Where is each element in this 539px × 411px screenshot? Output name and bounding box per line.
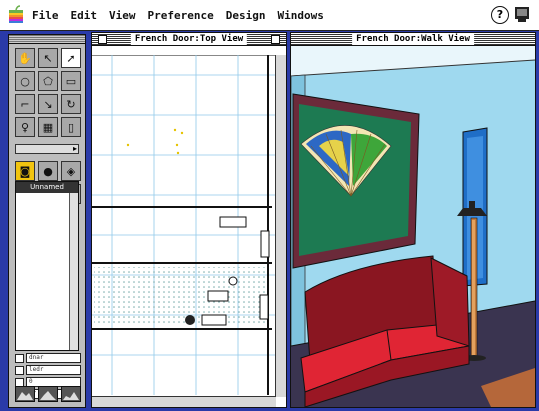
line-tool-icon[interactable]: ↘ [38, 94, 58, 114]
close-box-icon[interactable] [98, 35, 107, 44]
field-checkbox[interactable] [15, 365, 24, 375]
menu-edit[interactable]: Edit [71, 9, 98, 22]
palette-slider[interactable]: ▸ [15, 144, 79, 154]
apple-menu-icon[interactable] [6, 5, 26, 25]
walk-view-window: French Door:Walk View [290, 32, 536, 408]
camera-tool-icon[interactable]: ◙ [15, 161, 35, 181]
menu-view[interactable]: View [109, 9, 136, 22]
floor-plan-canvas[interactable] [92, 55, 276, 397]
object-list-header: Unnamed [16, 182, 78, 193]
arrow-tool-icon[interactable]: ➚ [61, 48, 81, 68]
field-input[interactable]: dnar [26, 353, 81, 363]
walk-view-3d-canvas[interactable] [291, 46, 535, 407]
terrain-button-3-icon[interactable] [61, 386, 81, 402]
pointer-tool-icon[interactable]: ↖ [38, 48, 58, 68]
walk-view-titlebar[interactable]: French Door:Walk View [291, 33, 535, 46]
zoom-box-icon[interactable] [271, 35, 280, 44]
furniture-tool-icon[interactable]: ▦ [38, 117, 58, 137]
slider-arrow-icon: ▸ [72, 144, 77, 153]
tool-palette: ✋ ↖ ➚ ○ ⬠ ▭ ⌐ ↘ ↻ ♀ ▦ ▯ ▸ ◙ ● ◈ ▣ △ ▽ Un… [8, 34, 86, 408]
top-view-window: French Door:Top View [91, 32, 287, 408]
hand-tool-icon[interactable]: ✋ [15, 48, 35, 68]
palette-buttons [15, 386, 81, 402]
top-view-titlebar[interactable]: French Door:Top View [92, 33, 286, 46]
light-tool-icon[interactable]: ♀ [15, 117, 35, 137]
help-icon[interactable]: ? [491, 6, 509, 24]
palette-titlebar[interactable] [9, 35, 85, 44]
menu-preference[interactable]: Preference [148, 9, 214, 22]
object-list[interactable]: Unnamed [15, 181, 79, 351]
rectangle-tool-icon[interactable]: ▭ [61, 71, 81, 91]
door-tool-icon[interactable]: ▯ [61, 117, 81, 137]
menu-file[interactable]: File [32, 9, 59, 22]
field-row: ledr [15, 365, 81, 375]
sphere-tool-icon[interactable]: ● [38, 161, 58, 181]
field-row: dnar [15, 353, 81, 363]
field-checkbox[interactable] [15, 353, 24, 363]
top-view-vertical-scrollbar[interactable] [275, 55, 286, 397]
field-input[interactable]: ledr [26, 365, 81, 375]
walk-view-title: French Door:Walk View [352, 33, 474, 45]
circle-tool-icon[interactable]: ○ [15, 71, 35, 91]
top-view-title: French Door:Top View [130, 33, 248, 45]
top-view-horizontal-scrollbar[interactable] [92, 396, 276, 407]
menu-design[interactable]: Design [226, 9, 266, 22]
tool-grid: ✋ ↖ ➚ ○ ⬠ ▭ ⌐ ↘ ↻ ♀ ▦ ▯ [9, 44, 85, 141]
wall-tool-icon[interactable]: ⌐ [15, 94, 35, 114]
application-icon[interactable] [513, 5, 531, 23]
rotate-tool-icon[interactable]: ↻ [61, 94, 81, 114]
polygon-tool-icon[interactable]: ⬠ [38, 71, 58, 91]
render-tool-icon[interactable]: ◈ [61, 161, 81, 181]
menu-bar: File Edit View Preference Design Windows… [0, 0, 539, 31]
terrain-button-1-icon[interactable] [15, 386, 35, 402]
terrain-button-2-icon[interactable] [38, 386, 58, 402]
object-list-scrollbar[interactable] [69, 193, 78, 350]
menu-windows[interactable]: Windows [277, 9, 323, 22]
